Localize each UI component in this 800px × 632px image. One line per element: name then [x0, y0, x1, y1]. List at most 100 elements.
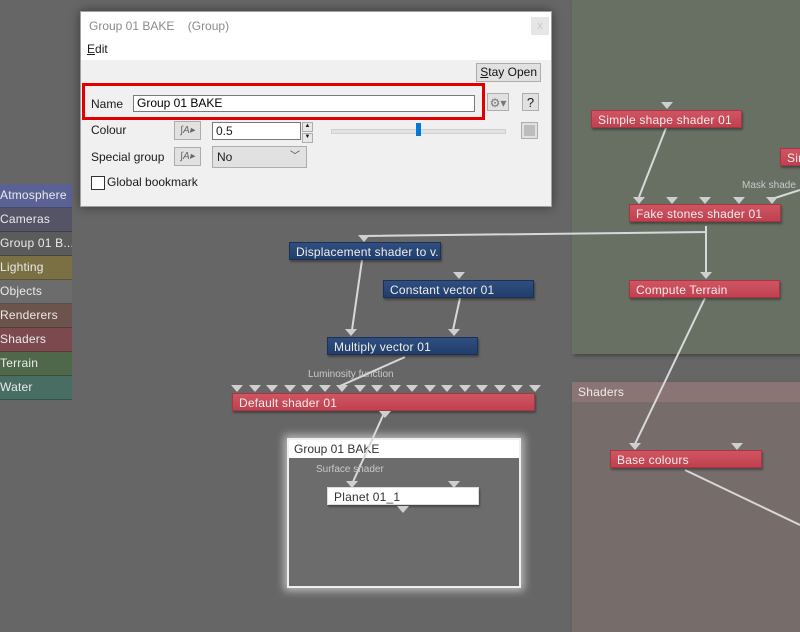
node-displacement-shader[interactable]: Displacement shader to v...	[289, 242, 441, 260]
input-port[interactable]	[388, 385, 401, 392]
colour-swatch-button[interactable]	[521, 122, 538, 139]
menu-edit-mnemonic: E	[87, 42, 96, 56]
input-port[interactable]	[511, 385, 523, 392]
colour-spinner[interactable]: ▲ ▼	[302, 122, 313, 143]
input-port[interactable]	[453, 272, 465, 279]
sidebar-item-renderers[interactable]: Renderers	[0, 304, 72, 328]
input-port[interactable]	[318, 385, 331, 392]
node-label: Sir	[787, 151, 800, 165]
input-port[interactable]	[528, 385, 541, 392]
input-port[interactable]	[733, 197, 745, 204]
group-terrain[interactable]	[572, 0, 800, 354]
input-port[interactable]	[666, 197, 678, 204]
sidebar-item-label: Terrain	[0, 356, 39, 370]
input-port[interactable]	[633, 197, 645, 204]
input-port[interactable]	[766, 197, 778, 204]
input-port[interactable]	[458, 385, 471, 392]
node-label: Constant vector 01	[390, 283, 495, 297]
input-port[interactable]	[358, 235, 370, 242]
sidebar-item-label: Group 01 B...	[0, 236, 72, 250]
group-shaders[interactable]: Shaders	[572, 382, 800, 632]
node-label: Multiply vector 01	[334, 340, 431, 354]
input-port[interactable]	[448, 329, 460, 336]
input-port[interactable]	[731, 443, 743, 450]
help-button[interactable]: ?	[522, 93, 539, 111]
node-label: Simple shape shader 01	[598, 113, 732, 127]
input-port[interactable]	[699, 197, 711, 204]
input-port[interactable]	[231, 385, 243, 392]
node-fake-stones-shader[interactable]: Fake stones shader 01	[629, 204, 781, 222]
special-group-function-button[interactable]: ∫A▸	[174, 147, 201, 166]
node-label: Default shader 01	[239, 396, 338, 410]
sidebar-item-terrain[interactable]: Terrain	[0, 352, 72, 376]
node-default-shader[interactable]: Default shader 01	[232, 393, 535, 411]
output-port[interactable]	[397, 506, 409, 513]
sidebar-item-group-01-bake[interactable]: Group 01 B...	[0, 232, 72, 256]
node-simple-shape-shader-2[interactable]: Sir	[780, 148, 800, 166]
sidebar-item-atmosphere[interactable]: Atmosphere	[0, 184, 72, 208]
spin-up-icon[interactable]: ▲	[302, 122, 313, 132]
colour-value-input[interactable]: 0.5	[212, 122, 301, 140]
dialog-title-bar[interactable]: Group 01 BAKE (Group) x	[81, 12, 551, 40]
special-group-value: No	[217, 150, 233, 164]
input-port[interactable]	[661, 102, 673, 109]
close-button[interactable]: x	[531, 17, 549, 35]
sidebar-item-objects[interactable]: Objects	[0, 280, 72, 304]
sidebar-item-label: Shaders	[0, 332, 47, 346]
node-multiply-vector[interactable]: Multiply vector 01	[327, 337, 478, 355]
node-compute-terrain[interactable]: Compute Terrain	[629, 280, 780, 298]
sidebar-item-label: Water	[0, 380, 33, 394]
colour-swatch	[524, 125, 535, 136]
node-planet[interactable]: Planet 01_1	[327, 487, 479, 505]
input-port[interactable]	[700, 272, 712, 279]
input-port[interactable]	[248, 385, 261, 392]
group-01-bake-box[interactable]: Group 01 BAKE	[287, 438, 521, 588]
colour-function-button[interactable]: ∫A▸	[174, 121, 201, 140]
node-simple-shape-shader[interactable]: Simple shape shader 01	[591, 110, 742, 128]
sidebar-item-label: Renderers	[0, 308, 58, 322]
node-label: Compute Terrain	[636, 283, 728, 297]
node-label: Planet 01_1	[334, 490, 401, 504]
help-icon: ?	[526, 95, 535, 110]
sidebar-item-shaders[interactable]: Shaders	[0, 328, 72, 352]
input-port[interactable]	[629, 443, 641, 450]
port-label-surface-shader: Surface shader	[316, 464, 384, 475]
node-graph-canvas[interactable]: Shaders Atmosphere Cameras Group 01 B...…	[0, 0, 800, 632]
chevron-down-icon: ﹀	[290, 151, 300, 162]
node-constant-vector[interactable]: Constant vector 01	[383, 280, 534, 298]
sidebar-item-label: Objects	[0, 284, 43, 298]
input-port[interactable]	[353, 385, 366, 392]
sidebar-item-cameras[interactable]: Cameras	[0, 208, 72, 232]
input-port[interactable]	[476, 385, 488, 392]
input-port[interactable]	[493, 385, 506, 392]
function-icon: ∫A▸	[180, 125, 195, 136]
node-base-colours[interactable]: Base colours	[610, 450, 762, 468]
close-icon: x	[537, 20, 543, 32]
sidebar-item-lighting[interactable]: Lighting	[0, 256, 72, 280]
input-port[interactable]	[423, 385, 436, 392]
group-shaders-title: Shaders	[572, 382, 800, 402]
colour-slider-thumb[interactable]	[415, 123, 421, 136]
special-group-select[interactable]: No ﹀	[212, 146, 307, 168]
input-port[interactable]	[345, 329, 357, 336]
spin-down-icon[interactable]: ▼	[302, 133, 313, 143]
node-label: Fake stones shader 01	[636, 207, 763, 221]
global-bookmark-checkbox[interactable]	[91, 176, 105, 190]
name-input[interactable]	[133, 95, 475, 112]
settings-menu-button[interactable]: ⚙▾	[487, 93, 509, 111]
menu-edit-label: dit	[95, 42, 108, 56]
output-port[interactable]	[379, 411, 391, 418]
input-port[interactable]	[301, 385, 313, 392]
menu-edit[interactable]: Edit	[87, 42, 108, 56]
wire-constant-to-multiply	[452, 297, 461, 331]
input-port[interactable]	[371, 385, 383, 392]
input-port[interactable]	[283, 385, 296, 392]
sidebar-item-water[interactable]: Water	[0, 376, 72, 400]
input-port[interactable]	[336, 385, 348, 392]
global-bookmark-label[interactable]: Global bookmark	[107, 175, 198, 189]
input-port[interactable]	[266, 385, 278, 392]
stay-open-button[interactable]: Stay Open	[476, 63, 541, 82]
input-port[interactable]	[406, 385, 418, 392]
input-port[interactable]	[441, 385, 453, 392]
colour-label: Colour	[91, 123, 127, 137]
